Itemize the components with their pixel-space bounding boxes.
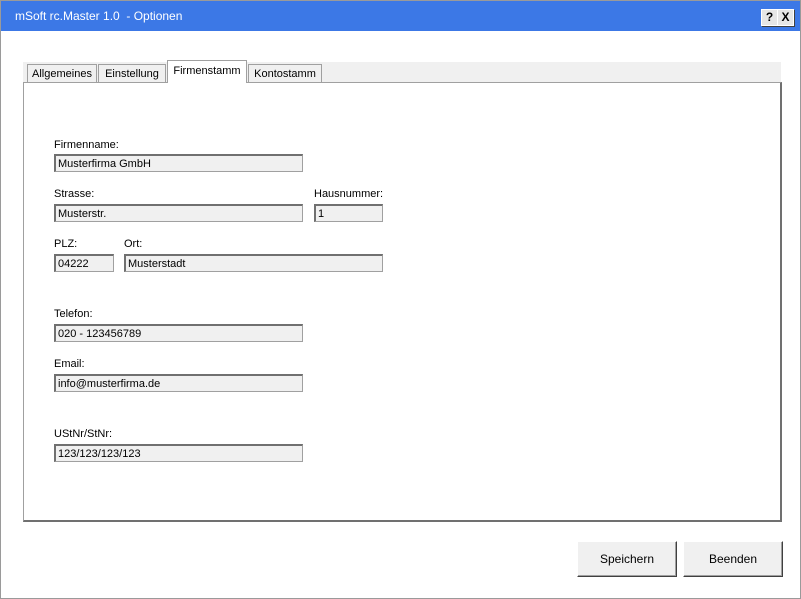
ustnr-label: UStNr/StNr: (54, 428, 113, 440)
ort-field[interactable]: Musterstadt (124, 254, 383, 272)
options-window: mSoft rc.Master 1.0 - Optionen ? X Allge… (0, 0, 801, 599)
telefon-label: Telefon: (54, 308, 93, 320)
help-button[interactable]: ? (761, 9, 778, 26)
ustnr-field[interactable]: 123/123/123/123 (54, 444, 303, 462)
tab-kontostamm[interactable]: Kontostamm (248, 64, 322, 82)
firmenstamm-panel: Firmenname: Musterfirma GmbH Strasse: Mu… (23, 82, 782, 522)
tab-allgemeines[interactable]: Allgemeines (27, 64, 97, 82)
hausnummer-label: Hausnummer: (314, 188, 384, 200)
plz-field[interactable]: 04222 (54, 254, 114, 272)
exit-button[interactable]: Beenden (683, 541, 783, 577)
close-button[interactable]: X (777, 9, 794, 26)
telefon-field[interactable]: 020 - 123456789 (54, 324, 303, 342)
email-field[interactable]: info@musterfirma.de (54, 374, 303, 392)
tab-einstellung[interactable]: Einstellung (98, 64, 166, 82)
tab-firmenstamm[interactable]: Firmenstamm (167, 60, 247, 83)
strasse-label: Strasse: (54, 188, 95, 200)
firmenname-label: Firmenname: (54, 139, 119, 151)
window-title: mSoft rc.Master 1.0 - Optionen (15, 9, 183, 23)
strasse-field[interactable]: Musterstr. (54, 204, 303, 222)
title-bar[interactable]: mSoft rc.Master 1.0 - Optionen ? X (1, 1, 800, 31)
email-label: Email: (54, 358, 85, 370)
plz-label: PLZ: (54, 238, 78, 250)
hausnummer-field[interactable]: 1 (314, 204, 383, 222)
save-button[interactable]: Speichern (577, 541, 677, 577)
ort-label: Ort: (124, 238, 143, 250)
firmenname-field[interactable]: Musterfirma GmbH (54, 154, 303, 172)
